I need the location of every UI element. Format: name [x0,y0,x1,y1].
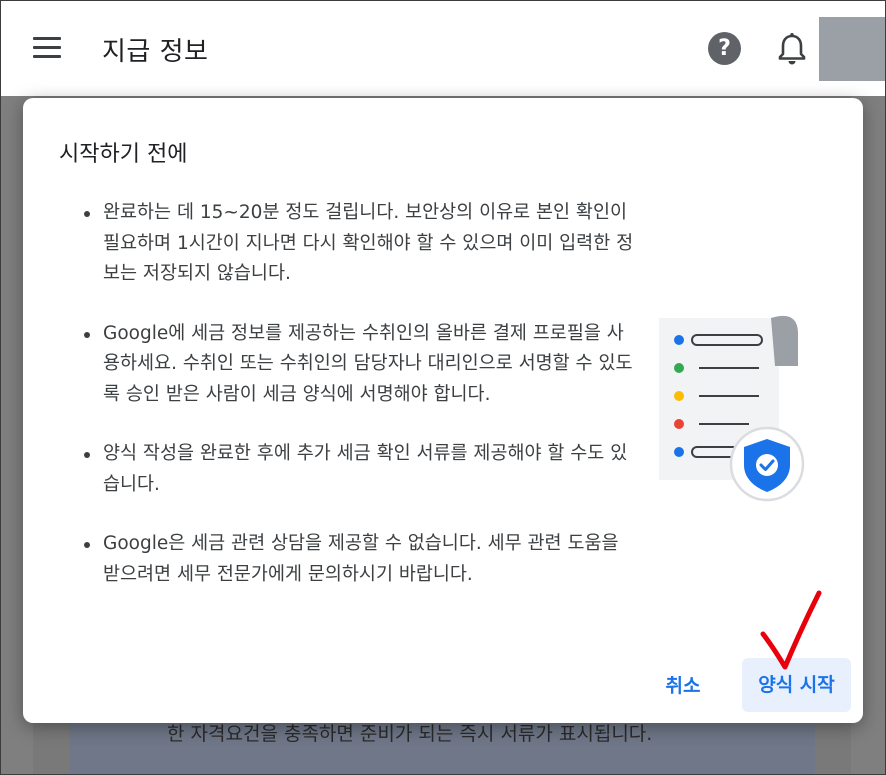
help-icon[interactable]: ? [708,32,741,65]
menu-icon[interactable] [31,35,63,61]
list-item: Google은 세금 관련 상담을 제공할 수 없습니다. 세무 관련 도움을 … [59,529,639,590]
before-you-start-dialog: 시작하기 전에 완료하는 데 15~20분 정도 걸립니다. 보안상의 이유로 … [23,98,863,723]
document-shield-check-icon [657,310,807,510]
list-item: Google에 세금 정보를 제공하는 수취인의 올바른 결제 프로필을 사용하… [59,319,639,411]
page-title: 지급 정보 [102,37,209,67]
background-text: 한 자격요건을 충족하면 준비가 되는 즉시 서류가 표시됩니다. [167,723,653,745]
avatar[interactable] [819,17,885,81]
list-item: 완료하는 데 15~20분 정도 걸립니다. 보안상의 이유로 본인 확인이 필… [59,198,639,290]
top-app-bar: 지급 정보 ? [1,1,885,96]
dialog-title: 시작하기 전에 [59,142,188,167]
screen: 지급 정보 ? 한 자격요건을 충족하면 준비가 되는 즉시 서류가 표시됩니다… [0,0,886,775]
start-form-button[interactable]: 양식 시작 [742,658,851,712]
cancel-button[interactable]: 취소 [649,662,717,710]
list-item: 양식 작성을 완료한 후에 추가 세금 확인 서류를 제공해야 할 수도 있습니… [59,439,639,500]
bell-icon[interactable] [775,31,809,67]
info-list: 완료하는 데 15~20분 정도 걸립니다. 보안상의 이유로 본인 확인이 필… [59,198,639,619]
